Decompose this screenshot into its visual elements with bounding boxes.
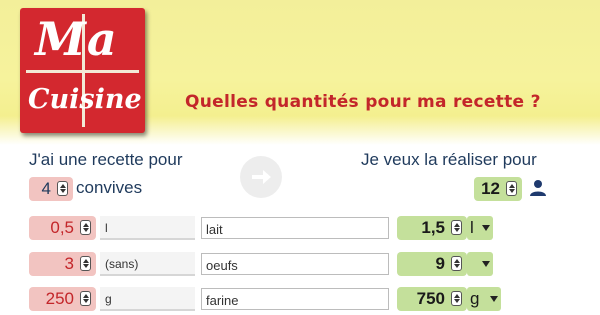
ingredient-qty: 250 xyxy=(45,289,74,308)
page-tagline: Quelles quantités pour ma recette ? xyxy=(185,92,541,112)
result-qty: 750 xyxy=(416,289,445,308)
stepper-arrows-icon[interactable] xyxy=(80,256,91,271)
person-icon xyxy=(530,180,546,196)
source-guests-stepper[interactable]: 4 xyxy=(29,177,73,201)
stepper-arrows-icon[interactable] xyxy=(57,181,68,196)
result-unit-select[interactable] xyxy=(467,252,493,276)
ingredient-unit-field[interactable]: g xyxy=(100,287,195,311)
ingredient-name-field[interactable]: farine xyxy=(201,288,389,310)
logo-divider-horizontal xyxy=(26,70,139,73)
stepper-arrows-icon[interactable] xyxy=(506,181,517,196)
ingredient-unit: l xyxy=(105,221,108,235)
result-qty-stepper[interactable]: 9 xyxy=(397,252,467,276)
ingredient-name: oeufs xyxy=(206,258,238,273)
ingredient-unit: (sans) xyxy=(105,257,139,271)
ingredient-name-field[interactable]: lait xyxy=(201,217,389,239)
guests-label: convives xyxy=(76,178,143,197)
result-qty-stepper[interactable]: 1,5 xyxy=(397,216,467,240)
ingredient-qty-stepper[interactable]: 3 xyxy=(29,252,96,276)
ingredient-name: lait xyxy=(206,222,223,237)
result-unit-select[interactable]: l xyxy=(467,216,493,240)
stepper-arrows-icon[interactable] xyxy=(451,291,462,306)
ingredient-unit-field[interactable]: (sans) xyxy=(100,252,195,276)
stepper-arrows-icon[interactable] xyxy=(80,291,91,306)
target-guests-stepper[interactable]: 12 xyxy=(474,177,522,201)
ingredient-unit-field[interactable]: l xyxy=(100,216,195,240)
stepper-arrows-icon[interactable] xyxy=(451,256,462,271)
result-qty-stepper[interactable]: 750 xyxy=(397,287,467,311)
ingredient-unit: g xyxy=(105,292,112,306)
ingredient-qty-stepper[interactable]: 0,5 xyxy=(29,216,96,240)
convert-arrow xyxy=(240,156,282,198)
result-qty: 1,5 xyxy=(421,218,445,237)
ingredient-qty-stepper[interactable]: 250 xyxy=(29,287,96,311)
chevron-down-icon xyxy=(482,261,490,267)
ingredient-qty: 0,5 xyxy=(50,218,74,237)
logo-text-cuisine: Cuisine xyxy=(28,84,142,115)
ingredient-qty: 3 xyxy=(64,254,74,273)
result-unit-select[interactable]: g xyxy=(467,287,501,311)
arrow-right-icon xyxy=(252,170,271,184)
ingredient-name-field[interactable]: oeufs xyxy=(201,253,389,275)
chevron-down-icon xyxy=(490,296,498,302)
logo-text-ma: Ma xyxy=(35,12,118,66)
result-qty: 9 xyxy=(435,254,445,273)
result-unit: l xyxy=(470,218,474,237)
source-label: J'ai une recette pour xyxy=(29,150,183,169)
logo[interactable]: Ma Cuisine xyxy=(20,8,145,133)
stepper-arrows-icon[interactable] xyxy=(80,220,91,235)
source-guests-value: 4 xyxy=(41,179,51,198)
target-guests-value: 12 xyxy=(481,179,500,198)
target-label: Je veux la réaliser pour xyxy=(361,150,537,169)
result-unit: g xyxy=(470,289,480,308)
chevron-down-icon xyxy=(482,225,490,231)
ingredient-name: farine xyxy=(206,293,239,308)
stepper-arrows-icon[interactable] xyxy=(451,220,462,235)
